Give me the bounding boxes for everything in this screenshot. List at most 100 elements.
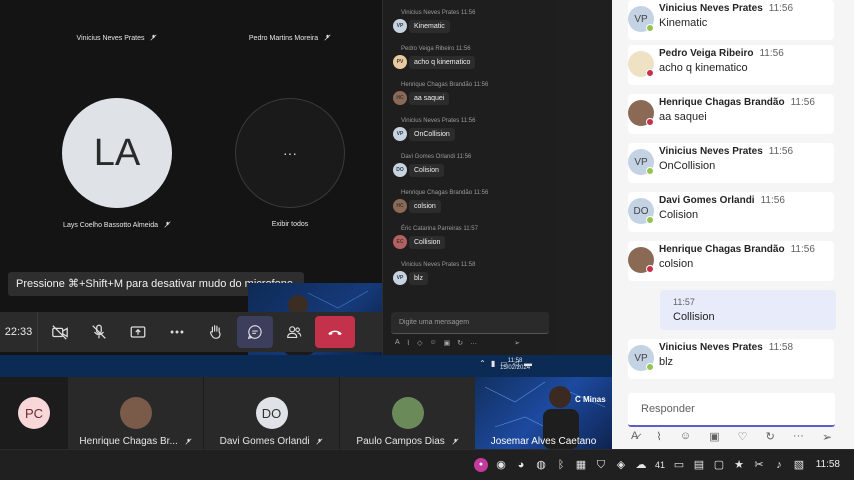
window-icon[interactable]: ▢ [712, 458, 726, 472]
participant-name: Lays Coelho Bassotto Almeida [22, 221, 212, 229]
participant-name: Vinicius Neves Prates [22, 34, 212, 42]
participant-tile[interactable]: LA Lays Coelho Bassotto Almeida [22, 95, 212, 235]
call-chat-message[interactable]: Vinicius Neves Prates 11:58 VP blz [393, 262, 548, 285]
attach-icon[interactable]: ⌇ [656, 430, 661, 444]
message-meta: Éric Catarina Parreiras 11:57 [401, 226, 478, 232]
star-icon[interactable]: ★ [732, 458, 746, 472]
gamepad-icon[interactable]: ◈ [614, 458, 628, 472]
chevron-up-icon[interactable]: ⌃ [479, 359, 486, 368]
message-time: 11:58 [768, 342, 794, 353]
attach-icon[interactable]: ⌇ [407, 339, 410, 349]
temperature: 41 [654, 460, 665, 470]
loop-icon[interactable]: ↻ [457, 339, 463, 349]
avatar-photo [119, 397, 152, 429]
github-icon[interactable]: ◉ [494, 458, 508, 472]
format-icon[interactable]: A [395, 339, 400, 349]
participant-name: Davi Gomes Orlandi [204, 436, 339, 447]
mic-off-icon [185, 438, 192, 445]
clipboard-icon[interactable]: ▧ [792, 458, 806, 472]
send-icon[interactable]: ➢ [514, 339, 520, 349]
view-all-tile[interactable]: ··· Exibir todos [195, 95, 385, 235]
leave-call-button[interactable] [315, 316, 355, 348]
reply-input[interactable]: Responder [628, 393, 835, 427]
message-text: Colision [659, 209, 699, 221]
more-button[interactable] [159, 316, 195, 348]
weather-icon[interactable]: ☁ [634, 458, 648, 472]
call-chat-message[interactable]: Vinicius Neves Prates 11:56 VP OnCollision [393, 118, 548, 141]
chat-panel: VP Vinicius Neves Prates 11:58 blz Henrique … [612, 0, 854, 449]
message-meta: Vinicius Neves Prates 11:56 [401, 118, 476, 124]
mic-off-icon [92, 324, 106, 339]
message-meta: Pedro Veiga Ribeiro 11:56 [401, 46, 471, 52]
chat-icon [247, 325, 262, 340]
call-chat-message[interactable]: Davi Gomes Orlandi 11:56 DO Colision [393, 154, 548, 177]
people-button[interactable] [276, 316, 312, 348]
call-chat-message[interactable]: Éric Catarina Parreiras 11:57 EC Collision [393, 226, 548, 249]
participant-tile[interactable]: Henrique Chagas Br... [68, 377, 203, 449]
format-icon[interactable]: A̷ [631, 430, 638, 444]
more-icon: ··· [235, 98, 345, 208]
raise-hand-button[interactable] [198, 316, 234, 348]
call-chat-message[interactable]: Henrique Chagas Brandão 11:56 HC colsion [393, 190, 548, 213]
more-icon[interactable]: ··· [793, 430, 804, 444]
participant-name: Paulo Campos Dias [340, 436, 475, 447]
message-author: Henrique Chagas Brandão [659, 244, 785, 255]
bluetooth-icon[interactable]: ᛒ [554, 458, 568, 472]
chat-button[interactable] [237, 316, 273, 348]
call-chat-message[interactable]: Vinicius Neves Prates 11:56 VP Kinematic [393, 10, 548, 33]
tools-icon[interactable]: ✂ [752, 458, 766, 472]
own-message[interactable]: 11:57 Collision [660, 290, 836, 330]
screen: Vinicius Neves Prates Pedro Martins More… [0, 0, 854, 480]
security-icon[interactable]: ▦ [574, 458, 588, 472]
chat-message[interactable]: DO Davi Gomes Orlandi 11:56 Colision [628, 192, 834, 232]
self-tile[interactable]: PC [0, 377, 68, 449]
message-meta: Henrique Chagas Brandão 11:56 [401, 190, 489, 196]
call-chat-message[interactable]: Pedro Veiga Ribeiro 11:56 PV acho q kinema… [393, 46, 548, 69]
message-time: 11:56 [759, 48, 784, 59]
participant-video[interactable]: C Minas Josemar Alves Caetano [475, 377, 612, 449]
sticker-icon[interactable]: ▣ [709, 430, 719, 444]
avatar: HC [393, 199, 407, 213]
more-icon[interactable]: … [470, 339, 477, 349]
camera-off-button[interactable] [42, 316, 78, 348]
gif-icon[interactable]: ▣ [444, 339, 451, 349]
message-text: Kinematic [659, 17, 708, 29]
send-icon[interactable]: ➢ [822, 430, 832, 444]
display-icon[interactable]: ▭ [672, 458, 686, 472]
loop-icon[interactable]: ↻ [766, 430, 775, 444]
participant-tile[interactable]: Paulo Campos Dias [340, 377, 475, 449]
printer-icon[interactable]: ▤ [692, 458, 706, 472]
chat-message[interactable]: VP Vinicius Neves Prates 11:56 OnCollision [628, 143, 834, 183]
message-author: Vinicius Neves Prates [659, 342, 763, 353]
share-button[interactable] [120, 316, 156, 348]
music-icon[interactable]: ♪ [772, 458, 786, 472]
taskbar-clock[interactable]: 11:58 [816, 459, 840, 470]
mic-off-button[interactable] [81, 316, 117, 348]
obs-icon[interactable]: ● [474, 458, 488, 472]
steam-icon[interactable]: ◍ [534, 458, 548, 472]
chat-message[interactable]: Pedro Veiga Ribeiro 11:56 acho q kinematic… [628, 45, 834, 85]
inner-taskbar: ⌃ ▮ ▭ ◁ ▬ 11:58 15/02/2024 [0, 355, 612, 377]
camera-off-icon [52, 325, 68, 340]
call-duration: 22:33 [0, 312, 38, 352]
participant-tile[interactable]: DO Davi Gomes Orlandi [204, 377, 339, 449]
discord-icon[interactable]: ◕ [514, 458, 528, 472]
chat-message[interactable]: VP Vinicius Neves Prates 11:56 Kinematic [628, 0, 834, 40]
praise-icon[interactable]: ♡ [738, 430, 748, 444]
call-chat-message[interactable]: Henrique Chagas Brandão 11:56 HC aa saquei [393, 82, 548, 105]
emoji-icon[interactable]: ☺ [429, 339, 436, 349]
view-all-label: Exibir todos [271, 221, 309, 228]
message-text: aa saquei [409, 91, 450, 105]
avatar: VP [393, 127, 407, 141]
chat-message[interactable]: Henrique Chagas Brandão 11:56 aa saquei [628, 94, 834, 134]
shield-icon[interactable]: ⛉ [594, 458, 608, 472]
presence-indicator [646, 216, 654, 224]
message-time: 11:56 [790, 97, 815, 108]
sticker-icon[interactable]: ◇ [417, 339, 422, 349]
mic-icon[interactable]: ▮ [491, 359, 495, 368]
chat-message[interactable]: Henrique Chagas Brandão 11:56 colsion [628, 241, 834, 281]
message-time: 11:56 [790, 244, 815, 255]
chat-message[interactable]: VP Vinicius Neves Prates 11:58 blz [628, 339, 834, 379]
emoji-icon[interactable]: ☺ [680, 430, 691, 444]
call-chat-input[interactable]: Digite uma mensagem [391, 312, 549, 334]
